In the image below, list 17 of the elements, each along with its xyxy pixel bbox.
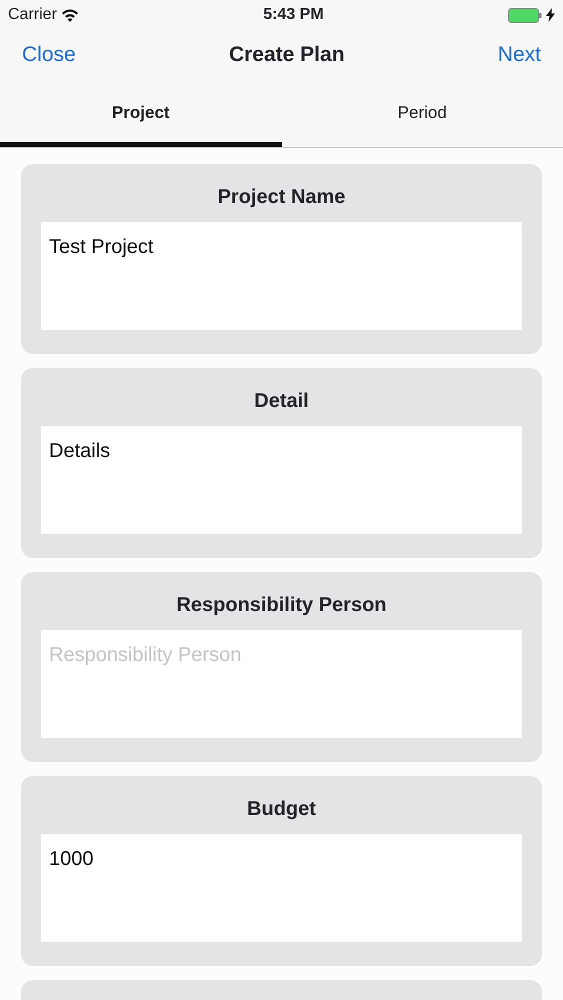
close-button[interactable]: Close bbox=[22, 39, 76, 71]
next-button[interactable]: Next bbox=[498, 39, 541, 71]
field-label: Detail bbox=[254, 389, 309, 414]
carrier-name: Carrier bbox=[8, 5, 57, 25]
input-field[interactable]: Details bbox=[41, 426, 522, 534]
input-field[interactable]: Test Project bbox=[41, 222, 522, 330]
input-field[interactable]: 1000 bbox=[41, 834, 522, 942]
screen-title: Create Plan bbox=[228, 42, 345, 68]
tab[interactable]: Period bbox=[282, 80, 563, 147]
input-field[interactable]: Responsibility Person bbox=[41, 630, 522, 738]
wifi-icon bbox=[60, 8, 79, 22]
clock-time: 5:43 PM bbox=[263, 5, 324, 25]
field-label: Budget bbox=[247, 797, 316, 822]
battery-icon bbox=[508, 8, 542, 22]
tab[interactable]: Project bbox=[0, 80, 282, 147]
field-label: Project Name bbox=[218, 185, 346, 210]
field-label: Responsibility Person bbox=[176, 593, 387, 618]
